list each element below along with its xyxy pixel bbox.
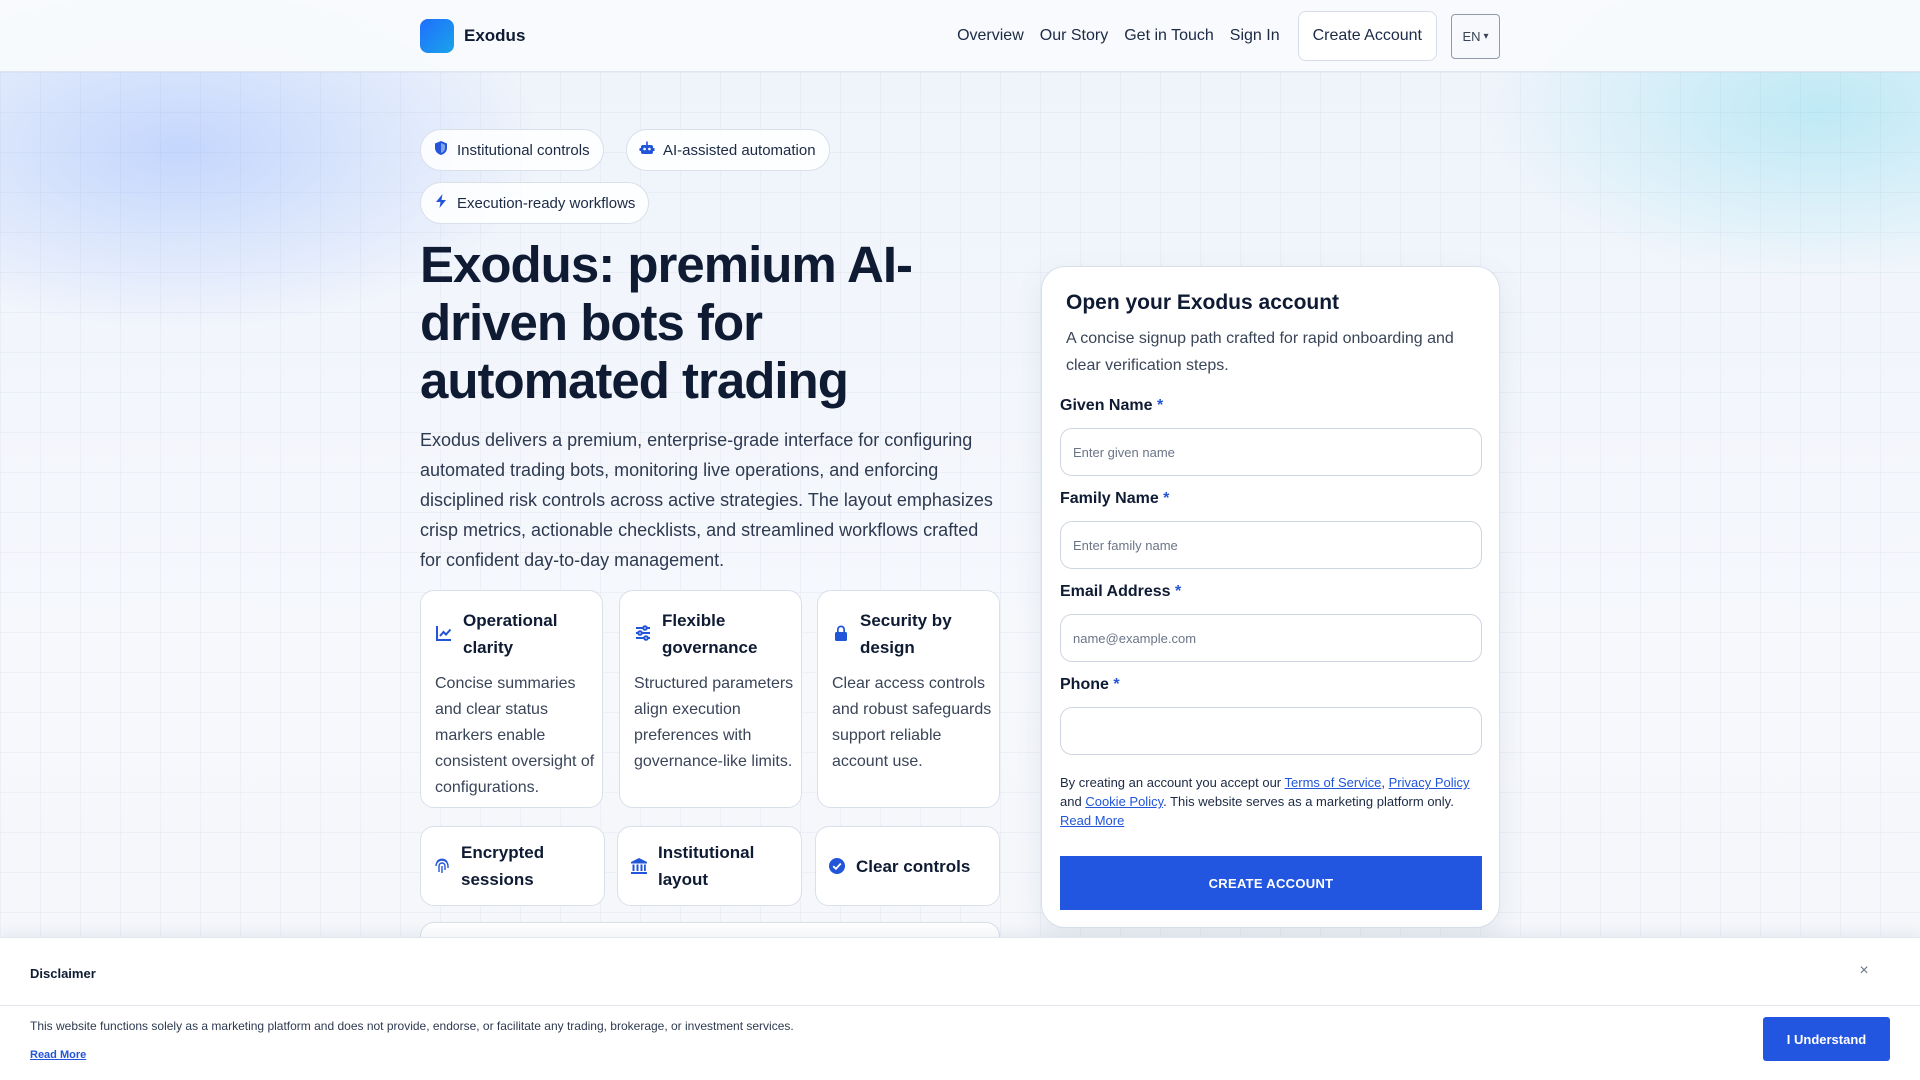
brand-logo[interactable]: Exodus (420, 19, 525, 53)
terms-text: By creating an account you accept our Te… (1060, 775, 1470, 828)
mini-feature-card: Clear controls (815, 826, 1000, 906)
pill-ai-automation: AI-assisted automation (626, 129, 830, 171)
top-header: Exodus Overview Our Story Get in Touch S… (0, 0, 1920, 72)
brand-name: Exodus (464, 26, 526, 45)
shield-icon (433, 140, 449, 160)
bolt-icon (433, 193, 449, 213)
nav-overview[interactable]: Overview (957, 27, 1024, 45)
logo-icon (420, 19, 454, 53)
email-field[interactable] (1060, 614, 1482, 662)
feature-body: Structured parameters align execution pr… (634, 675, 794, 770)
signup-form-card: Open your Exodus account A concise signu… (1041, 266, 1500, 928)
read-more-link[interactable]: Read More (1060, 813, 1124, 828)
pill-execution-workflows: Execution-ready workflows (420, 182, 650, 224)
mini-feature-card: Institutional layout (617, 826, 802, 906)
disclaimer-header: Disclaimer × (0, 938, 1920, 1006)
chart-line-icon (435, 624, 453, 642)
disclaimer-banner: Disclaimer × This website functions sole… (0, 937, 1920, 1080)
given-name-field[interactable] (1060, 428, 1482, 476)
mini-feature-title: Clear controls (856, 856, 971, 876)
feature-body: Concise summaries and clear status marke… (435, 675, 595, 796)
feature-card: Operational clarity Concise summaries an… (420, 590, 603, 808)
pill-label: Institutional controls (457, 141, 590, 159)
feature-title: Security by design (860, 611, 952, 657)
feature-card: Security by design Clear access controls… (817, 590, 1000, 808)
given-name-label: Given Name * (1060, 397, 1164, 414)
nav-our-story[interactable]: Our Story (1040, 27, 1108, 45)
sliders-icon (634, 624, 652, 642)
phone-label: Phone * (1060, 676, 1120, 693)
disclaimer-read-more-link[interactable]: Read More (30, 1049, 86, 1061)
feature-title: Operational clarity (463, 611, 558, 657)
nav-sign-in[interactable]: Sign In (1230, 27, 1280, 45)
lock-icon (832, 624, 850, 642)
mini-feature-card: Encrypted sessions (420, 826, 605, 906)
pill-label: Execution-ready workflows (457, 194, 636, 212)
feature-card: Flexible governance Structured parameter… (619, 590, 802, 808)
pill-label: AI-assisted automation (663, 141, 816, 159)
close-icon[interactable]: × (1854, 962, 1874, 982)
nav-get-in-touch[interactable]: Get in Touch (1124, 27, 1214, 45)
create-account-button[interactable]: Create Account (1297, 11, 1437, 61)
disclaimer-title: Disclaimer (30, 966, 96, 981)
cookie-policy-link[interactable]: Cookie Policy (1085, 794, 1163, 809)
language-select[interactable]: EN ▾ (1451, 13, 1500, 59)
main-nav: Overview Our Story Get in Touch Sign In … (957, 11, 1500, 61)
terms-of-service-link[interactable]: Terms of Service (1285, 775, 1382, 790)
language-value: EN (1462, 28, 1481, 44)
family-name-field[interactable] (1060, 521, 1482, 569)
feature-body: Clear access controls and robust safegua… (832, 675, 992, 770)
disclaimer-text: This website functions solely as a marke… (30, 1019, 794, 1033)
phone-field[interactable] (1060, 707, 1482, 755)
privacy-policy-link[interactable]: Privacy Policy (1389, 775, 1470, 790)
feature-title: Flexible governance (662, 611, 758, 657)
mini-feature-title: Encrypted sessions (461, 843, 545, 889)
chevron-down-icon: ▾ (1483, 30, 1489, 42)
check-circle-icon (828, 857, 846, 875)
bank-icon (630, 857, 648, 875)
create-account-submit-button[interactable]: CREATE ACCOUNT (1060, 856, 1482, 910)
fingerprint-icon (433, 857, 451, 875)
robot-icon (639, 140, 655, 160)
mini-feature-title: Institutional layout (658, 843, 755, 889)
form-subtitle: A concise signup path crafted for rapid … (1066, 330, 1454, 374)
email-label: Email Address * (1060, 583, 1182, 600)
pill-institutional-controls: Institutional controls (420, 129, 604, 171)
form-title: Open your Exodus account (1066, 291, 1340, 314)
i-understand-button[interactable]: I Understand (1763, 1017, 1890, 1061)
family-name-label: Family Name * (1060, 490, 1170, 507)
hero-description: Exodus delivers a premium, enterprise-gr… (420, 430, 993, 570)
hero-title: Exodus: premium AI-driven bots for autom… (420, 236, 913, 409)
